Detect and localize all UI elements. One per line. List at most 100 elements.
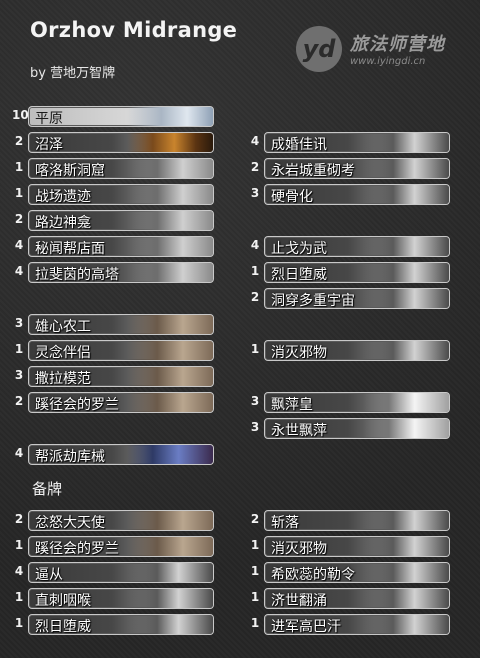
deck-title: Orzhov Midrange [30, 18, 238, 42]
card-count: 1 [250, 264, 260, 278]
card-bar: 济世翻涌 [264, 588, 450, 609]
card-name: 撒拉模范 [35, 371, 91, 387]
card-art-thumbnail [127, 263, 213, 282]
card-bar: 沼泽 [28, 132, 214, 153]
card-row[interactable]: 1 消灭邪物 [248, 340, 452, 361]
card-row[interactable]: 4 拉斐茵的高塔 [12, 262, 216, 283]
card-bar: 成婚佳讯 [264, 132, 450, 153]
card-row[interactable]: 1 喀洛斯洞窟 [12, 158, 216, 179]
card-count: 2 [250, 512, 260, 526]
card-name: 沼泽 [35, 137, 63, 153]
card-art-thumbnail [127, 211, 213, 230]
card-bar: 希欧蕊的勒令 [264, 562, 450, 583]
card-row[interactable]: 4 成婚佳讯 [248, 132, 452, 153]
card-art-thumbnail [127, 511, 213, 530]
card-row[interactable]: 1 烈日堕威 [248, 262, 452, 283]
card-name: 永岩城重砌考 [271, 163, 355, 179]
card-bar: 拉斐茵的高塔 [28, 262, 214, 283]
card-row[interactable]: 4 帮派劫库械 [12, 444, 216, 465]
card-row[interactable]: 1 济世翻涌 [248, 588, 452, 609]
card-bar: 消灭邪物 [264, 536, 450, 557]
card-count: 2 [14, 512, 24, 526]
card-count: 1 [14, 186, 24, 200]
card-name: 帮派劫库械 [35, 449, 105, 465]
card-name: 喀洛斯洞窟 [35, 163, 105, 179]
logo-icon: yd [296, 26, 342, 72]
card-name: 逼从 [35, 567, 63, 583]
card-row[interactable]: 3 飘萍皇 [248, 392, 452, 413]
card-count: 2 [250, 160, 260, 174]
card-row[interactable]: 1 希欧蕊的勒令 [248, 562, 452, 583]
card-count: 4 [14, 238, 24, 252]
card-row[interactable]: 1 消灭邪物 [248, 536, 452, 557]
card-art-thumbnail [363, 537, 449, 556]
card-count: 1 [250, 564, 260, 578]
card-count: 1 [14, 538, 24, 552]
card-row[interactable]: 1 战场遗迹 [12, 184, 216, 205]
card-row[interactable]: 10 平原 [12, 106, 216, 127]
card-name: 灵念伴侣 [35, 345, 91, 361]
card-row[interactable]: 2 沼泽 [12, 132, 216, 153]
card-art-thumbnail [363, 511, 449, 530]
card-name: 济世翻涌 [271, 593, 327, 609]
card-row[interactable]: 1 蹊径会的罗兰 [12, 536, 216, 557]
card-row[interactable]: 2 斩落 [248, 510, 452, 531]
card-row[interactable]: 1 烈日堕威 [12, 614, 216, 635]
card-bar: 永世飘萍 [264, 418, 450, 439]
card-bar: 逼从 [28, 562, 214, 583]
card-row[interactable]: 1 灵念伴侣 [12, 340, 216, 361]
card-bar: 战场遗迹 [28, 184, 214, 205]
card-bar: 路边神龛 [28, 210, 214, 231]
card-bar: 永岩城重砌考 [264, 158, 450, 179]
card-count: 1 [250, 342, 260, 356]
card-row[interactable]: 2 忿怒大天使 [12, 510, 216, 531]
card-art-thumbnail [127, 537, 213, 556]
card-art-thumbnail [363, 419, 449, 438]
card-row[interactable]: 3 硬骨化 [248, 184, 452, 205]
card-count: 2 [14, 394, 24, 408]
card-count: 1 [250, 590, 260, 604]
card-count: 2 [250, 290, 260, 304]
card-row[interactable]: 4 逼从 [12, 562, 216, 583]
card-art-thumbnail [363, 589, 449, 608]
card-row[interactable]: 4 秘闻帮店面 [12, 236, 216, 257]
card-art-thumbnail [363, 263, 449, 282]
card-count: 1 [14, 160, 24, 174]
card-row[interactable]: 1 进军高巴汗 [248, 614, 452, 635]
card-row[interactable]: 2 蹊径会的罗兰 [12, 392, 216, 413]
card-row[interactable]: 3 撒拉模范 [12, 366, 216, 387]
card-row[interactable]: 3 雄心农工 [12, 314, 216, 335]
card-row[interactable]: 4 止戈为武 [248, 236, 452, 257]
card-row[interactable]: 3 永世飘萍 [248, 418, 452, 439]
card-art-thumbnail [127, 315, 213, 334]
card-bar: 蹊径会的罗兰 [28, 536, 214, 557]
card-name: 平原 [35, 111, 63, 127]
card-name: 秘闻帮店面 [35, 241, 105, 257]
card-art-thumbnail [127, 563, 213, 582]
card-bar: 进军高巴汗 [264, 614, 450, 635]
card-bar: 止戈为武 [264, 236, 450, 257]
card-row[interactable]: 1 直刺咽喉 [12, 588, 216, 609]
logo-text: 旅法师营地 [350, 34, 445, 55]
card-count: 1 [250, 538, 260, 552]
card-art-thumbnail [127, 107, 213, 126]
card-count: 3 [14, 316, 24, 330]
card-count: 1 [250, 616, 260, 630]
card-name: 斩落 [271, 515, 299, 531]
card-name: 路边神龛 [35, 215, 91, 231]
card-bar: 烈日堕威 [264, 262, 450, 283]
card-name: 战场遗迹 [35, 189, 91, 205]
card-row[interactable]: 2 路边神龛 [12, 210, 216, 231]
card-art-thumbnail [363, 185, 449, 204]
card-row[interactable]: 2 永岩城重砌考 [248, 158, 452, 179]
card-name: 希欧蕊的勒令 [271, 567, 355, 583]
card-name: 进军高巴汗 [271, 619, 341, 635]
card-name: 成婚佳讯 [271, 137, 327, 153]
deck-author: by 营地万智牌 [30, 66, 116, 81]
card-bar: 秘闻帮店面 [28, 236, 214, 257]
card-count: 2 [14, 212, 24, 226]
card-row[interactable]: 2 洞穿多重宇宙 [248, 288, 452, 309]
logo-url: www.iyingdi.cn [350, 56, 426, 67]
card-name: 雄心农工 [35, 319, 91, 335]
card-art-thumbnail [127, 341, 213, 360]
